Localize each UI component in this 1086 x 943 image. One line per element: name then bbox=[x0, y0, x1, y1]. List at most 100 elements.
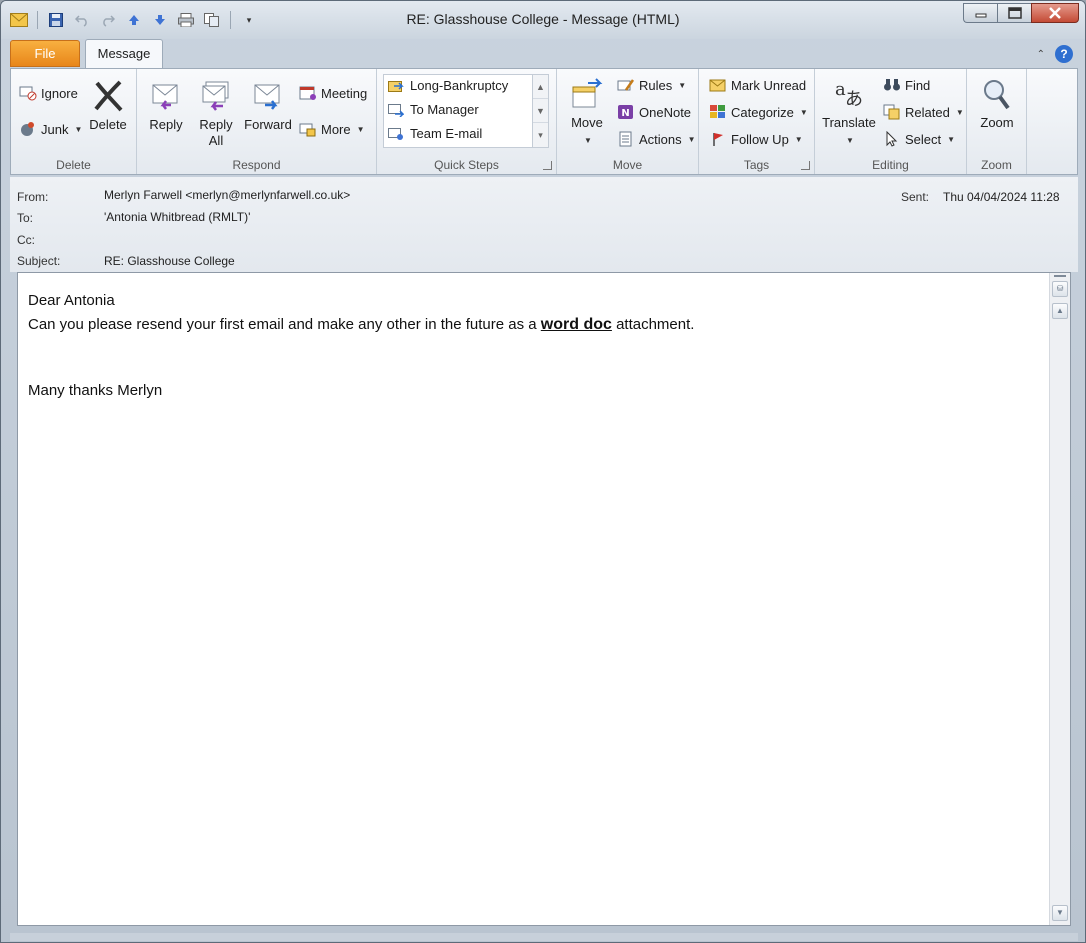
translate-label: Translate bbox=[822, 115, 876, 130]
signoff-line: Many thanks Merlyn bbox=[28, 382, 163, 399]
related-button[interactable]: Related ▼ bbox=[883, 104, 964, 120]
scroll-up-arrow-icon[interactable]: ▲ bbox=[1052, 303, 1068, 319]
outlook-message-window: ▾ RE: Glasshouse College - Message (HTML… bbox=[0, 0, 1086, 943]
group-move: Move ▼ Rules ▼ N OneNote Actions ▼ Move bbox=[557, 69, 699, 174]
chevron-down-icon: ▼ bbox=[846, 136, 854, 145]
gallery-expand-icon[interactable]: ▾ bbox=[533, 123, 548, 147]
meeting-label: Meeting bbox=[321, 85, 368, 101]
find-label: Find bbox=[905, 77, 931, 93]
group-editing: aあ Translate ▼ Find Related ▼ Select ▼ Edi… bbox=[815, 69, 967, 174]
forward-icon bbox=[254, 84, 280, 110]
zoom-button[interactable]: Zoom bbox=[971, 77, 1023, 131]
quick-step-team-email[interactable]: Team E-mail bbox=[388, 126, 482, 141]
actions-button[interactable]: Actions ▼ bbox=[617, 131, 696, 147]
chevron-down-icon: ▼ bbox=[356, 124, 365, 134]
subject-value: RE: Glasshouse College bbox=[104, 254, 235, 268]
chevron-down-icon: ▼ bbox=[584, 136, 592, 145]
quick-step-long-bankruptcy[interactable]: Long-Bankruptcy bbox=[388, 78, 508, 93]
maximize-button[interactable] bbox=[997, 3, 1031, 23]
delete-button[interactable]: Delete bbox=[85, 79, 131, 133]
ribbon: Ignore Junk ▼ Delete Delete Reply Reply A… bbox=[10, 68, 1078, 175]
help-icon[interactable]: ? bbox=[1055, 45, 1073, 63]
onenote-label: OneNote bbox=[639, 104, 692, 120]
to-label: To: bbox=[17, 211, 34, 225]
group-quick-steps: Long-Bankruptcy To Manager Team E-mail ▲… bbox=[377, 69, 557, 174]
to-value[interactable]: 'Antonia Whitbread (RMLT)' bbox=[104, 210, 250, 224]
subject-label: Subject: bbox=[17, 254, 61, 268]
ignore-label: Ignore bbox=[41, 85, 78, 101]
onenote-icon: N bbox=[618, 105, 633, 119]
group-label-move: Move bbox=[612, 158, 643, 172]
junk-button[interactable]: Junk ▼ bbox=[19, 121, 82, 137]
translate-button[interactable]: aあ Translate ▼ bbox=[819, 77, 879, 149]
window-controls bbox=[963, 3, 1079, 23]
group-label-delete: Delete bbox=[56, 158, 91, 172]
group-delete: Ignore Junk ▼ Delete Delete bbox=[11, 69, 137, 174]
close-button[interactable] bbox=[1031, 3, 1079, 23]
more-respond-icon bbox=[299, 123, 316, 137]
ignore-icon bbox=[19, 86, 37, 101]
more-respond-button[interactable]: More ▼ bbox=[299, 121, 365, 137]
actions-label: Actions bbox=[639, 131, 682, 147]
forward-button[interactable]: Forward bbox=[240, 79, 296, 133]
sent-value: Thu 04/04/2024 11:28 bbox=[943, 190, 1060, 204]
scroll-down-arrow-icon[interactable]: ▼ bbox=[1052, 905, 1068, 921]
group-label-editing: Editing bbox=[872, 158, 909, 172]
minimize-ribbon-icon[interactable]: ⌃ bbox=[1037, 49, 1045, 60]
title-bar: ▾ RE: Glasshouse College - Message (HTML… bbox=[1, 1, 1085, 39]
message-body-pane[interactable]: Dear Antonia Can you please resend your … bbox=[17, 272, 1071, 926]
delete-x-icon bbox=[94, 80, 123, 112]
zoom-label: Zoom bbox=[980, 115, 1014, 130]
group-label-quick-steps: Quick Steps bbox=[434, 158, 499, 172]
magnifier-icon bbox=[984, 80, 1010, 110]
rules-button[interactable]: Rules ▼ bbox=[617, 77, 686, 93]
quick-step-label: To Manager bbox=[410, 102, 479, 117]
mark-unread-label: Mark Unread bbox=[731, 77, 807, 93]
from-value[interactable]: Merlyn Farwell <merlyn@merlynfarwell.co.… bbox=[104, 188, 350, 202]
rules-icon bbox=[617, 79, 635, 91]
reply-button[interactable]: Reply bbox=[143, 79, 189, 133]
move-button[interactable]: Move ▼ bbox=[561, 77, 613, 149]
onenote-button[interactable]: N OneNote bbox=[617, 104, 691, 120]
group-label-respond: Respond bbox=[232, 158, 281, 172]
tab-message[interactable]: Message bbox=[85, 39, 163, 69]
mark-unread-button[interactable]: Mark Unread bbox=[709, 77, 806, 93]
categorize-label: Categorize bbox=[731, 104, 794, 120]
scroll-up-icon[interactable]: ▲ bbox=[533, 75, 548, 99]
chevron-down-icon: ▼ bbox=[955, 107, 964, 117]
from-label: From: bbox=[17, 190, 49, 204]
find-button[interactable]: Find bbox=[883, 77, 930, 93]
chevron-down-icon: ▼ bbox=[947, 134, 956, 144]
actions-icon bbox=[619, 131, 632, 147]
meeting-button[interactable]: Meeting bbox=[299, 85, 367, 101]
sent-label: Sent: bbox=[901, 190, 930, 204]
reply-all-label-2: All bbox=[208, 133, 224, 148]
greeting-line: Dear Antonia bbox=[28, 292, 115, 309]
reply-all-icon bbox=[202, 81, 229, 111]
message-header: From: Merlyn Farwell <merlyn@merlynfarwe… bbox=[10, 177, 1078, 272]
minimize-button[interactable] bbox=[963, 3, 997, 23]
categorize-button[interactable]: Categorize ▼ bbox=[709, 104, 808, 120]
binoculars-icon bbox=[884, 79, 900, 91]
follow-up-button[interactable]: Follow Up ▼ bbox=[709, 131, 803, 147]
message-body: Dear Antonia Can you please resend your … bbox=[28, 289, 694, 403]
svg-text:N: N bbox=[621, 108, 629, 119]
select-button[interactable]: Select ▼ bbox=[883, 131, 955, 147]
quick-step-to-manager[interactable]: To Manager bbox=[388, 102, 479, 117]
people-pane-icon[interactable]: ⛁ bbox=[1052, 281, 1068, 297]
tab-file[interactable]: File bbox=[10, 40, 80, 67]
more-respond-label: More bbox=[321, 121, 351, 137]
chevron-down-icon: ▼ bbox=[799, 107, 808, 117]
scroll-down-icon[interactable]: ▼ bbox=[533, 99, 548, 123]
quick-steps-scrollbar[interactable]: ▲ ▼ ▾ bbox=[532, 75, 548, 147]
reply-all-button[interactable]: Reply All bbox=[194, 79, 238, 149]
body-line-end: attachment. bbox=[611, 316, 695, 333]
meeting-calendar-icon bbox=[299, 86, 316, 100]
ribbon-tab-row: File Message ⌃ ? bbox=[1, 39, 1085, 69]
related-label: Related bbox=[905, 104, 950, 120]
group-tags: Mark Unread Categorize ▼ Follow Up ▼ Tags bbox=[699, 69, 815, 174]
ignore-button[interactable]: Ignore bbox=[19, 85, 78, 101]
body-vertical-scrollbar[interactable]: ⛁ ▲ ▼ bbox=[1049, 273, 1070, 925]
junk-label: Junk bbox=[41, 121, 69, 137]
